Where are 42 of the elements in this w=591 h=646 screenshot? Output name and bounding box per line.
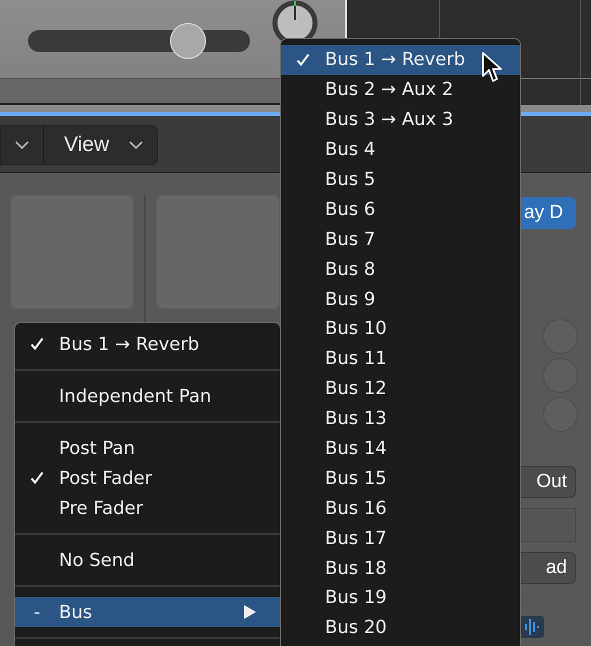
- menu-item[interactable]: Bus 14: [281, 434, 520, 464]
- view-menu-button[interactable]: View: [43, 126, 158, 164]
- cursor-icon: [482, 52, 504, 84]
- checkmark-icon: [30, 471, 44, 485]
- menu-item[interactable]: Pre Fader: [15, 493, 280, 523]
- menu-item[interactable]: No Send: [15, 545, 280, 575]
- menu-item[interactable]: Bus 15: [281, 463, 520, 494]
- menu-item[interactable]: Bus 11: [281, 344, 520, 374]
- menu-item[interactable]: Bus 3 → Aux 3: [281, 104, 520, 135]
- checkmark-icon: [30, 337, 44, 351]
- dash-mark: -: [34, 602, 40, 622]
- chevron-down-icon: [15, 141, 29, 149]
- empty-slot: [520, 508, 576, 542]
- menu-item[interactable]: Independent Pan: [15, 381, 280, 411]
- menu-item[interactable]: Bus 18: [281, 553, 520, 584]
- menu-item[interactable]: Bus 10: [281, 314, 520, 344]
- chevron-down-icon: [129, 141, 144, 149]
- menu-item[interactable]: Bus 20: [281, 612, 520, 643]
- menu-item[interactable]: Bus 13: [281, 404, 520, 434]
- menu-item[interactable]: Post Pan: [15, 433, 280, 463]
- output-slot[interactable]: Out: [520, 466, 576, 498]
- menu-item[interactable]: Bus 1 → Reverb: [15, 329, 280, 359]
- fader-thumb[interactable]: [170, 23, 206, 59]
- menu-item[interactable]: Bus 9: [281, 284, 520, 314]
- waveform-icon[interactable]: [520, 616, 544, 638]
- menu-item[interactable]: Bus 12: [281, 374, 520, 404]
- menu-item[interactable]: Post Fader: [15, 463, 280, 493]
- checkmark-icon: [296, 52, 310, 67]
- menu-item[interactable]: Bus 16: [281, 493, 520, 524]
- menu-item[interactable]: Bus 5: [281, 164, 520, 194]
- menu-item[interactable]: Bus 8: [281, 254, 520, 284]
- menu-item[interactable]: Bus 1 → Reverb: [281, 45, 520, 75]
- menu-item[interactable]: Bus 17: [281, 523, 520, 554]
- menu-item[interactable]: Bus 19: [281, 583, 520, 613]
- menu-item[interactable]: Bus 6: [281, 194, 520, 224]
- menu-item[interactable]: Bus 2 → Aux 2: [281, 74, 520, 105]
- insert-slot[interactable]: ay D: [520, 197, 576, 229]
- automation-mode-button[interactable]: ad: [520, 552, 576, 584]
- menu-item[interactable]: Bus 4: [281, 134, 520, 165]
- submenu-arrow-icon: [244, 605, 256, 619]
- menu-item[interactable]: Bus 7: [281, 224, 520, 254]
- menu-item[interactable]: - Bus: [15, 597, 280, 627]
